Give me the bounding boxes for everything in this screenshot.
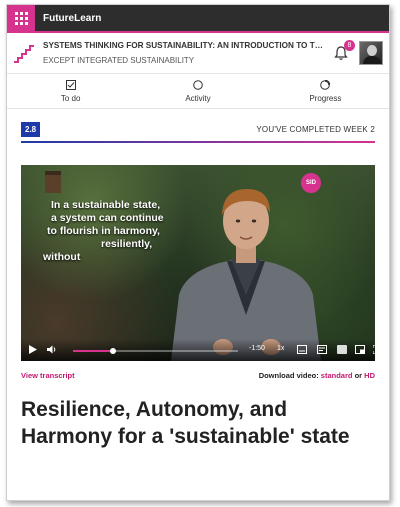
grid-icon <box>14 11 28 25</box>
video-progress-fill <box>73 350 113 352</box>
transcript-icon[interactable] <box>317 345 327 354</box>
course-title[interactable]: SYSTEMS THINKING FOR SUSTAINABILITY: AN … <box>43 41 325 50</box>
step-number-badge: 2.8 <box>21 121 41 137</box>
progress-ring-icon <box>320 79 331 90</box>
video-caption: In a sustainable state, <box>51 199 161 211</box>
sid-logo: SID <box>301 173 321 193</box>
video-caption: without <box>43 251 81 263</box>
download-or-text: or <box>354 371 363 380</box>
download-label: Download video: <box>258 371 319 380</box>
video-scrubber-handle[interactable] <box>109 348 116 354</box>
week-progress-line <box>21 141 375 143</box>
notification-count-badge: 8 <box>344 40 355 51</box>
picture-in-picture-icon[interactable] <box>355 345 365 354</box>
apps-menu-button[interactable] <box>7 5 35 32</box>
captions-icon[interactable] <box>297 345 307 354</box>
video-caption: resiliently, <box>101 238 153 250</box>
birdhouse-image <box>45 171 61 193</box>
tab-activity[interactable]: Activity <box>134 74 261 108</box>
fullscreen-icon[interactable] <box>373 345 375 354</box>
download-video-row: Download video: standard or HD <box>259 371 375 380</box>
step-title: Resilience, Autonomy, and Harmony for a … <box>21 398 350 448</box>
course-subtitle: EXCEPT INTEGRATED SUSTAINABILITY <box>43 56 195 65</box>
avatar[interactable] <box>359 41 383 65</box>
video-caption: a system can continue <box>51 212 164 224</box>
course-tabs: To do Activity Progress <box>7 73 389 109</box>
hd-quality-icon[interactable] <box>337 345 347 354</box>
volume-icon[interactable] <box>47 345 57 354</box>
week-completed-status: YOU'VE COMPLETED WEEK 2 <box>256 124 375 134</box>
brand-logo[interactable]: FutureLearn <box>43 13 101 24</box>
download-hd-link[interactable]: HD <box>364 371 375 380</box>
speaker-figure <box>171 189 321 361</box>
video-controls: -1:50 1x <box>21 339 375 361</box>
view-transcript-link[interactable]: View transcript <box>21 371 75 380</box>
course-header: SYSTEMS THINKING FOR SUSTAINABILITY: AN … <box>7 33 389 73</box>
download-standard-link[interactable]: standard <box>321 371 353 380</box>
checkbox-icon <box>65 79 76 90</box>
video-player[interactable]: SID In a sustainable state, a system can… <box>21 165 375 361</box>
tab-progress[interactable]: Progress <box>262 74 389 108</box>
page-frame: FutureLearn SYSTEMS THINKING FOR SUSTAIN… <box>6 4 390 501</box>
video-caption: to flourish in harmony, <box>47 225 160 237</box>
circle-icon <box>193 79 203 90</box>
tab-label: Activity <box>185 93 211 103</box>
notifications-button[interactable]: 8 <box>333 40 355 61</box>
tab-label: Progress <box>309 93 342 103</box>
video-links-row: View transcript Download video: standard… <box>21 371 375 380</box>
playback-speed-button[interactable]: 1x <box>277 345 284 352</box>
tab-label: To do <box>60 93 81 103</box>
top-bar: FutureLearn <box>7 5 389 33</box>
play-icon[interactable] <box>29 345 37 354</box>
video-progress-bar[interactable] <box>73 348 238 354</box>
tab-to-do[interactable]: To do <box>7 74 134 108</box>
time-remaining: -1:50 <box>249 345 265 352</box>
week-progress-row: 2.8 YOU'VE COMPLETED WEEK 2 <box>7 117 389 141</box>
stairs-icon <box>14 45 34 63</box>
